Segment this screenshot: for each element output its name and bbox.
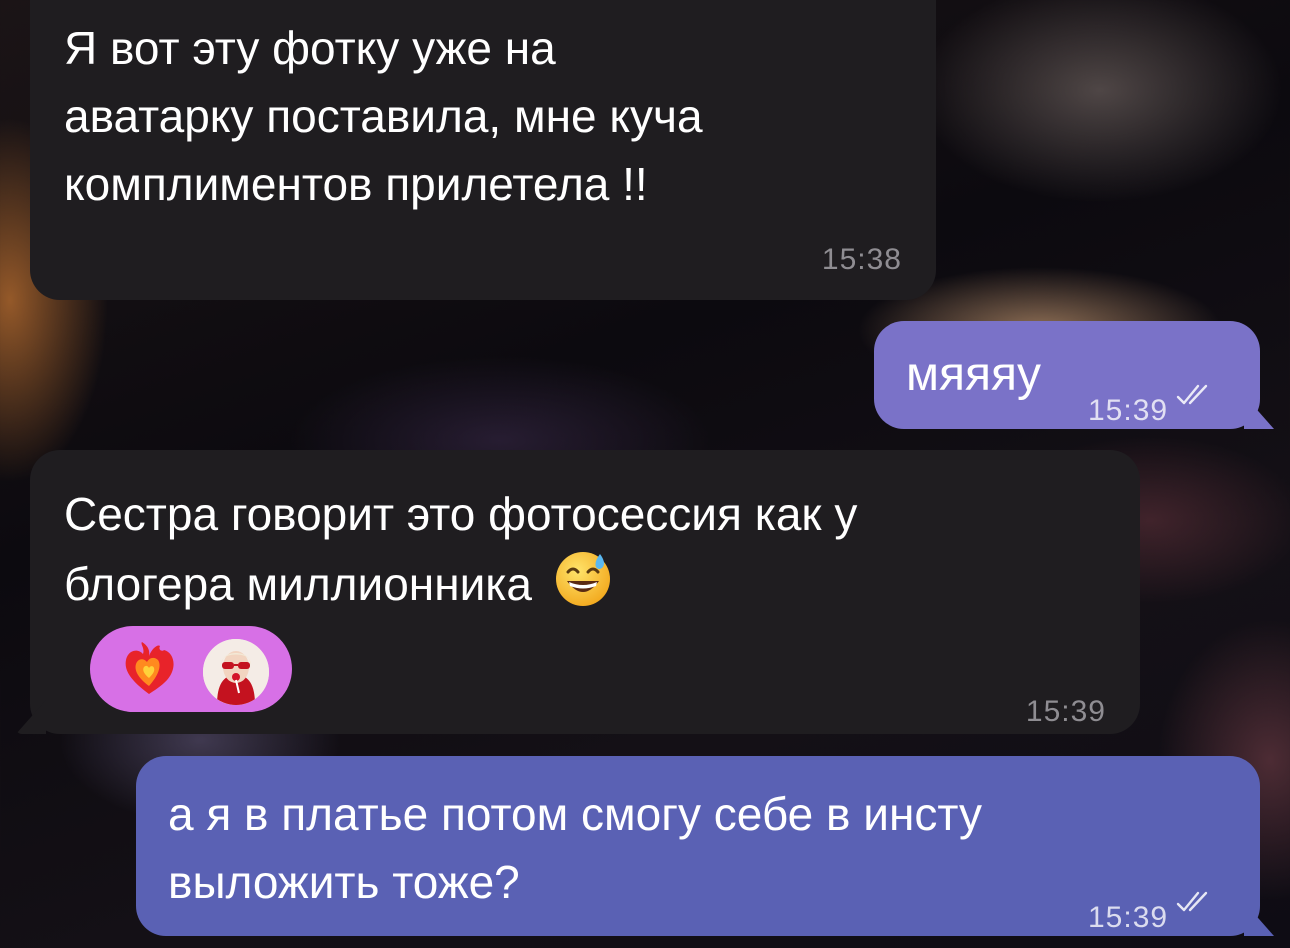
message-time: 15:39 <box>1088 394 1169 427</box>
reactions-pill[interactable] <box>90 626 292 712</box>
double-check-icon <box>1176 891 1208 912</box>
message-text: Сестра говорит это фотосессия как у <box>64 488 858 540</box>
message-text: а я в платье потом смогу себе в инсту <box>168 788 982 840</box>
message-bubble-incoming[interactable]: Я вот эту фотку уже на аватарку поставил… <box>30 0 936 300</box>
grinning-face-with-sweat-icon <box>555 552 610 606</box>
message-time: 15:39 <box>1088 901 1169 934</box>
message-text-line: блогера миллионника <box>64 548 1140 618</box>
message-bubble-outgoing[interactable]: мяяяу 15:39 <box>874 321 1274 429</box>
message-bubble-incoming[interactable]: Сестра говорит это фотосессия как у блог… <box>16 450 1140 734</box>
reactor-avatar[interactable] <box>200 636 272 708</box>
double-check-icon <box>1176 384 1208 405</box>
heart-on-fire-icon[interactable] <box>120 640 178 698</box>
message-time: 15:38 <box>821 243 902 276</box>
message-text: Я вот эту фотку уже на <box>64 22 556 74</box>
message-text: аватарку поставила, мне куча <box>64 90 703 142</box>
message-time: 15:39 <box>1025 695 1106 728</box>
message-text: блогера миллионника <box>64 558 533 610</box>
reactor-avatar-image <box>203 639 269 705</box>
message-text: комплиментов прилетела !! <box>64 158 648 210</box>
message-bubble-outgoing[interactable]: а я в платье потом смогу себе в инсту вы… <box>136 756 1274 936</box>
